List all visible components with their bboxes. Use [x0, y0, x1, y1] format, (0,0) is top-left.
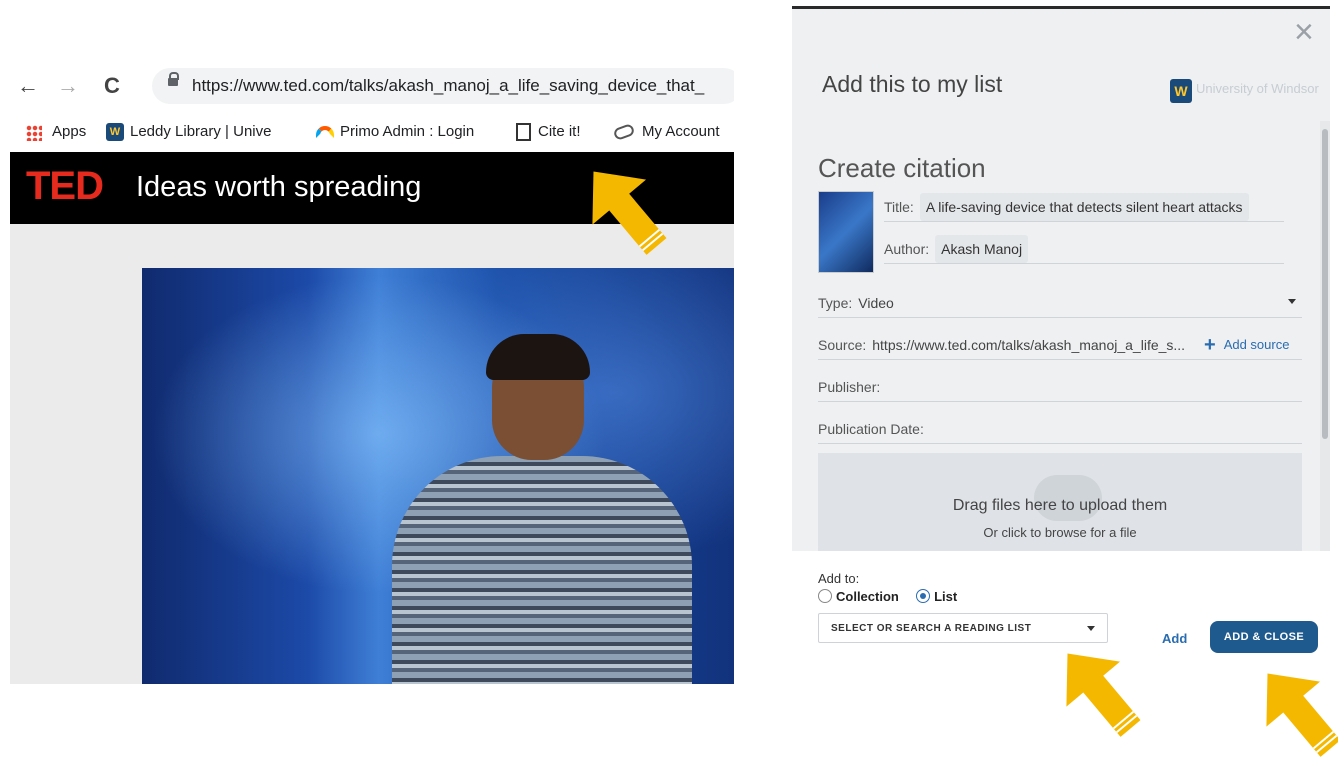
primo-rainbow-icon — [316, 126, 334, 139]
publisher-label: Publisher: — [818, 379, 881, 395]
scrollbar-thumb[interactable] — [1322, 129, 1328, 439]
form-scrollbar[interactable] — [1320, 121, 1330, 551]
publication-date-label: Publication Date: — [818, 421, 924, 437]
browser-window: ← → C https://www.ted.com/talks/akash_ma… — [10, 60, 734, 684]
publisher-field[interactable]: Publisher: — [818, 373, 1302, 402]
lock-icon — [168, 72, 179, 86]
add-to-list-dialog: × Add this to my list W University of Wi… — [792, 6, 1330, 687]
title-label: Title: — [884, 199, 914, 215]
url-text: https://www.ted.com/talks/akash_manoj_a_… — [192, 76, 705, 95]
citation-form-scroll-area: Create citation Title: A life-saving devi… — [792, 121, 1320, 551]
reload-icon[interactable]: C — [98, 72, 126, 100]
dialog-title: Add this to my list — [822, 71, 1003, 97]
dropzone-primary-text: Drag files here to upload them — [952, 497, 1168, 514]
citation-form: Create citation Title: A life-saving devi… — [792, 121, 1330, 551]
list-radio[interactable] — [916, 589, 931, 603]
add-and-close-button[interactable]: ADD & CLOSE — [1210, 621, 1318, 653]
list-radio-label[interactable]: List — [934, 589, 957, 604]
chevron-down-icon — [1288, 299, 1296, 304]
institution-name: University of Windsor — [1196, 81, 1319, 96]
author-label: Author: — [884, 241, 930, 257]
dialog-header: × Add this to my list W University of Wi… — [792, 9, 1330, 121]
type-label: Type: — [818, 295, 853, 311]
bookmark-primo-admin[interactable]: Primo Admin : Login — [316, 112, 474, 152]
plus-icon: + — [1204, 334, 1216, 356]
add-source-button[interactable]: + Add source — [1204, 331, 1289, 359]
bookmark-my-account[interactable]: My Account — [612, 112, 720, 152]
add-button[interactable]: Add — [1162, 631, 1187, 646]
collection-radio-label[interactable]: Collection — [836, 589, 899, 604]
uwindsor-logo-icon: W — [106, 123, 124, 142]
reading-list-placeholder: SELECT OR SEARCH A READING LIST — [831, 623, 1032, 634]
publication-date-field[interactable]: Publication Date: — [818, 415, 1302, 444]
title-input[interactable]: A life-saving device that detects silent… — [919, 193, 1249, 221]
source-field: Source: https://www.ted.com/talks/akash_m… — [818, 331, 1302, 360]
bookmark-label: My Account — [642, 123, 720, 140]
author-input[interactable]: Akash Manoj — [935, 235, 1029, 263]
add-to-label: Add to: — [818, 571, 860, 586]
source-input[interactable]: https://www.ted.com/talks/akash_manoj_a_… — [872, 337, 1185, 353]
file-dropzone[interactable]: Drag files here to upload them Or click … — [818, 453, 1302, 551]
ted-logo[interactable]: TED — [26, 164, 104, 209]
apps-grid-icon[interactable] — [26, 125, 42, 141]
uwindsor-logo-icon: W — [1170, 79, 1192, 103]
speaker-hair — [486, 334, 590, 380]
forward-arrow-icon[interactable]: → — [54, 72, 82, 100]
video-player[interactable] — [142, 268, 734, 684]
bookmark-label: Primo Admin : Login — [340, 123, 475, 140]
address-bar[interactable]: https://www.ted.com/talks/akash_manoj_a_… — [152, 68, 734, 104]
bookmark-cite-it[interactable]: Cite it! — [516, 112, 581, 152]
link-icon — [612, 122, 636, 142]
add-to-radio-group: Collection List — [818, 589, 957, 604]
video-thumbnail — [818, 191, 874, 273]
bookmark-leddy-library[interactable]: W Leddy Library | Unive — [106, 112, 271, 152]
ted-tagline: Ideas worth spreading — [136, 171, 422, 203]
source-label: Source: — [818, 337, 867, 353]
document-icon — [516, 123, 531, 142]
back-arrow-icon[interactable]: ← — [14, 72, 42, 100]
add-source-label: Add source — [1223, 337, 1290, 352]
bookmarks-bar: Apps W Leddy Library | Unive Primo Admin … — [10, 112, 734, 211]
title-field[interactable]: Title: A life-saving device that detects … — [884, 193, 1284, 222]
dropzone-secondary-text: Or click to browse for a file — [983, 525, 1137, 540]
author-field[interactable]: Author: Akash Manoj — [884, 235, 1284, 264]
type-value: Video — [858, 295, 894, 311]
bookmark-label: Cite it! — [538, 123, 581, 140]
close-icon[interactable]: × — [1294, 15, 1314, 49]
bookmark-label: Leddy Library | Unive — [130, 123, 272, 140]
speaker-sweater — [392, 456, 692, 684]
collection-radio[interactable] — [818, 589, 832, 603]
browser-toolbar: ← → C https://www.ted.com/talks/akash_ma… — [10, 60, 734, 112]
bookmark-apps[interactable]: Apps — [52, 112, 86, 152]
section-title: Create citation — [818, 153, 986, 183]
type-select[interactable]: Type: Video — [818, 289, 1302, 318]
reading-list-select[interactable]: SELECT OR SEARCH A READING LIST — [818, 613, 1108, 643]
